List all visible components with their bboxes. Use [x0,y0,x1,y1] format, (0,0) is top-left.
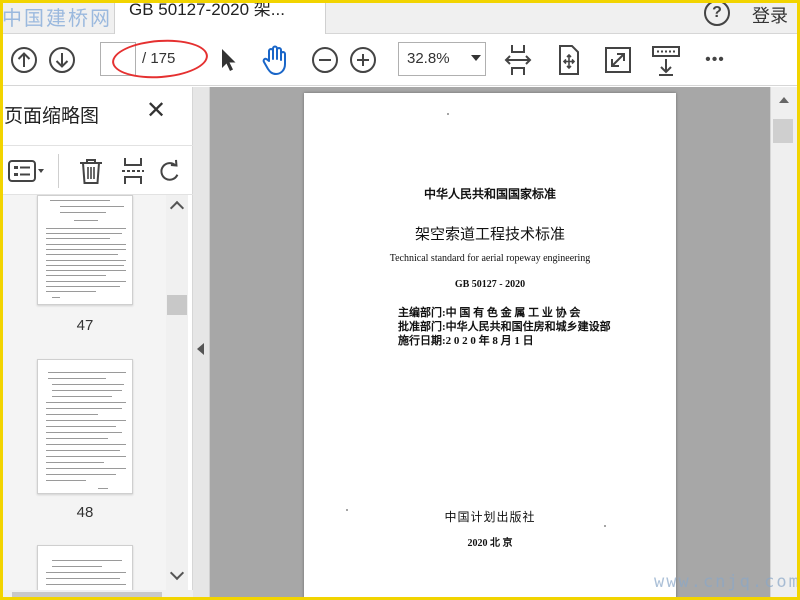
zoom-value: 32.8% [407,50,450,67]
watermark-bottom-right: www.cnjq.com [654,572,800,592]
thumbnail-scrollbar[interactable] [166,195,188,590]
chevron-down-icon [471,55,481,61]
hscrollbar-thumb[interactable] [12,592,162,598]
page-thumbnail[interactable] [37,545,133,590]
arrow-up-circle-icon [11,47,37,73]
split-page-icon [122,158,144,184]
hand-icon [262,45,286,75]
watermark-top-left: 中国建桥网 [2,8,112,30]
select-tool-button[interactable] [210,42,246,78]
doc-title-cn: 架空索道工程技术标准 [414,227,565,243]
chevron-up-icon[interactable] [169,200,185,216]
zoom-select[interactable]: 32.8% [398,42,486,76]
hand-tool-button[interactable] [258,42,294,78]
fit-width-button[interactable] [551,42,587,78]
next-page-button[interactable] [44,42,80,78]
help-icon[interactable]: ? [704,0,730,26]
doc-code: GB 50127 - 2020 [454,279,526,290]
rotate-icon [160,159,179,181]
zoom-in-button[interactable] [345,42,381,78]
thumbnail-list: 47 48 [0,195,166,590]
zoom-out-button[interactable] [307,42,343,78]
plus-circle-icon [350,47,376,73]
page-total: / 175 [142,50,176,67]
panel-title: 页面缩略图 [4,106,100,127]
extract-page-button[interactable] [118,156,148,186]
fit-width-icon [559,45,579,75]
document-tab[interactable]: GB 50127-2020 架... [114,0,326,34]
arrow-down-circle-icon [49,47,75,73]
thumbnail-page-number: 48 [76,504,94,521]
doc-pub-year: 2020 北 京 [467,538,513,549]
panel-splitter[interactable] [193,87,210,600]
fit-page-button[interactable] [500,42,536,78]
trash-icon [80,159,102,184]
close-icon[interactable]: ✕ [146,99,166,123]
tab-title: GB 50127-2020 架... [129,0,285,19]
scrollbar-thumb[interactable] [773,119,793,143]
toolbar: / 175 32.8% ••• [0,34,800,86]
thumbnail-hscrollbar[interactable] [0,590,193,600]
page-number-input[interactable] [100,42,136,76]
thumbnail-panel: 页面缩略图 ✕ 47 48 [0,87,193,600]
more-icon[interactable]: ••• [697,42,733,78]
minus-circle-icon [312,47,338,73]
document-page: 中华人民共和国国家标准 架空索道工程技术标准 Technical standar… [304,93,676,600]
expand-icon [605,47,631,73]
toolbar-divider [58,154,59,188]
list-options-icon [8,160,44,182]
read-mode-button[interactable] [648,42,684,78]
thumbnail-page-number: 47 [76,317,94,334]
collapse-left-icon[interactable] [197,343,204,355]
full-screen-button[interactable] [600,42,636,78]
document-view: 中华人民共和国国家标准 架空索道工程技术标准 Technical standar… [210,87,770,600]
cursor-arrow-icon [222,49,236,71]
chevron-up-icon[interactable] [779,97,789,103]
thumbnail-toolbar [0,145,193,195]
delete-page-button[interactable] [76,156,106,186]
rotate-page-button[interactable] [158,156,182,186]
previous-page-button[interactable] [6,42,42,78]
thumbnail-options-button[interactable] [6,156,46,186]
page-thumbnail[interactable] [37,359,133,494]
chevron-down-icon[interactable] [169,565,185,581]
doc-publisher: 中国计划出版社 [444,510,536,524]
tab-bar: 中国建桥网 GB 50127-2020 架... ? 登录 [0,0,800,34]
page-thumbnail[interactable] [37,195,133,305]
doc-heading: 中华人民共和国国家标准 [423,187,556,201]
keyboard-scroll-icon [652,46,680,76]
fit-page-icon [504,45,532,75]
doc-effective-date: 施行日期:2 0 2 0 年 8 月 1 日 [398,335,534,347]
scrollbar-thumb[interactable] [167,295,187,315]
login-link[interactable]: 登录 [752,2,788,28]
document-scrollbar[interactable] [770,87,797,600]
doc-title-en: Technical standard for aerial ropeway en… [389,253,591,264]
